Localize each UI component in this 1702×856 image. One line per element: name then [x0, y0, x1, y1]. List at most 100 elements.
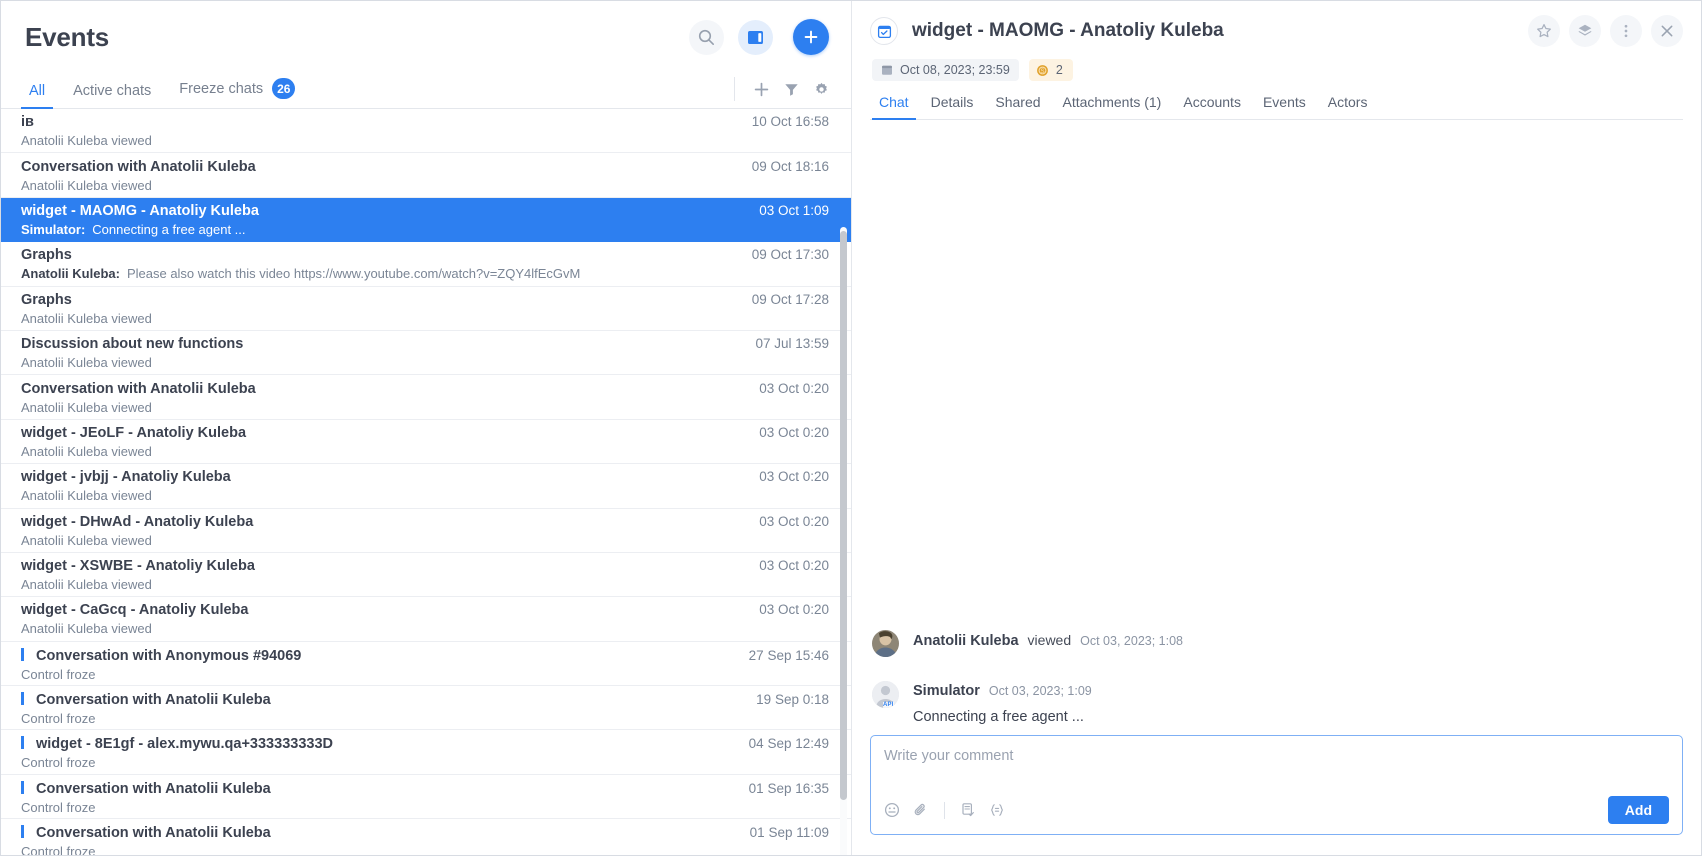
- event-row[interactable]: Graphs 09 Oct 17:28 Anatolii Kuleba viewed: [1, 287, 851, 331]
- event-time: 03 Oct 0:20: [759, 469, 829, 485]
- composer-divider: [944, 801, 945, 819]
- events-list[interactable]: ів 10 Oct 16:58 Anatolii Kuleba viewed Conv…: [1, 109, 851, 855]
- list-toolbar: [730, 77, 829, 108]
- event-subtitle: Control froze: [21, 755, 96, 770]
- more-menu-button[interactable]: [1610, 15, 1642, 47]
- task-calendar-icon: [870, 17, 898, 45]
- event-row-main: widget - CaGcq - Anatoliy Kuleba 03 Oct 0…: [21, 602, 829, 618]
- event-row-main: Conversation with Anatolii Kuleba 03 Oct …: [21, 381, 829, 397]
- event-time: 09 Oct 17:28: [751, 291, 829, 307]
- message-time: Oct 03, 2023; 1:08: [1080, 634, 1183, 648]
- event-row[interactable]: widget - MAOMG - Anatoliy Kuleba 03 Oct 1…: [1, 197, 851, 243]
- add-comment-button[interactable]: Add: [1607, 796, 1669, 824]
- search-button[interactable]: [689, 19, 724, 55]
- event-subtitle: Anatolii Kuleba viewed: [21, 577, 152, 593]
- comment-input[interactable]: Write your comment: [884, 748, 1669, 795]
- event-row[interactable]: widget - XSWBE - Anatoliy Kuleba 03 Oct 0…: [1, 553, 851, 598]
- event-title: Discussion about new functions: [21, 336, 244, 353]
- comment-composer[interactable]: Write your comment Add: [870, 735, 1683, 835]
- gear-icon[interactable]: [814, 82, 829, 97]
- detail-chips: Oct 08, 2023; 23:59 S 2: [872, 59, 1683, 81]
- detail-tab-chat[interactable]: Chat: [872, 94, 916, 120]
- tab-all-label: All: [29, 83, 46, 99]
- emoji-icon[interactable]: [884, 802, 900, 818]
- event-row[interactable]: Conversation with Anatolii Kuleba 03 Oct …: [1, 375, 851, 420]
- event-row[interactable]: Conversation with Anatolii Kuleba 01 Sep …: [1, 819, 851, 855]
- event-row[interactable]: widget - jvbjj - Anatoliy Kuleba 03 Oct 0…: [1, 464, 851, 509]
- message-header: Anatolii Kuleba viewed Oct 03, 2023; 1:08: [913, 632, 1681, 649]
- event-row[interactable]: Conversation with Anatolii Kuleba 09 Oct …: [1, 153, 851, 198]
- event-time: 19 Sep 0:18: [756, 692, 829, 708]
- event-time: 09 Oct 17:30: [751, 247, 829, 263]
- event-time: 03 Oct 0:20: [759, 602, 829, 618]
- event-subtitle: Anatolii Kuleba: Please also watch this v…: [21, 266, 829, 281]
- event-row[interactable]: Conversation with Anatolii Kuleba 19 Sep …: [1, 686, 851, 731]
- tab-active-chats[interactable]: Active chats: [65, 83, 159, 108]
- event-row[interactable]: widget - JEoLF - Anatoliy Kuleba 03 Oct 0…: [1, 420, 851, 465]
- event-row[interactable]: Graphs 09 Oct 17:30 Anatolii Kuleba: Please…: [1, 242, 851, 287]
- detail-tab-shared[interactable]: Shared: [988, 94, 1047, 119]
- event-subtitle: Control froze: [21, 844, 96, 855]
- template-icon[interactable]: [960, 802, 976, 818]
- event-row-main: ів 10 Oct 16:58: [21, 114, 829, 130]
- event-time: 03 Oct 1:09: [759, 202, 829, 218]
- filter-icon[interactable]: [784, 82, 799, 97]
- panel-layout-button[interactable]: [738, 19, 773, 55]
- event-row[interactable]: widget - 8E1gf - alex.mywu.qa+333333333D…: [1, 730, 851, 775]
- event-title: widget - XSWBE - Anatoliy Kuleba: [21, 558, 255, 575]
- add-event-button[interactable]: [793, 19, 829, 55]
- close-button[interactable]: [1651, 15, 1683, 47]
- event-time: 03 Oct 0:20: [759, 424, 829, 440]
- event-title: ів: [21, 114, 34, 131]
- event-time: 07 Jul 13:59: [755, 336, 829, 352]
- message-header: Simulator Oct 03, 2023; 1:09: [913, 683, 1681, 699]
- event-subtitle: Anatolii Kuleba viewed: [21, 621, 152, 637]
- event-row[interactable]: Conversation with Anatolii Kuleba 01 Sep …: [1, 775, 851, 820]
- coin-chip-label: 2: [1055, 63, 1063, 77]
- search-icon: [698, 29, 715, 46]
- detail-tab-events[interactable]: Events: [1256, 94, 1313, 119]
- snippet-icon[interactable]: [989, 802, 1005, 818]
- event-row[interactable]: Discussion about new functions 07 Jul 13:…: [1, 331, 851, 376]
- header-actions: [689, 19, 829, 55]
- kebab-menu-icon: [1618, 23, 1634, 39]
- event-row[interactable]: Conversation with Anonymous #94069 27 Sep…: [1, 642, 851, 687]
- detail-tab-actors[interactable]: Actors: [1321, 94, 1375, 119]
- event-row-main: widget - DHwAd - Anatoliy Kuleba 03 Oct 0…: [21, 514, 829, 530]
- event-title: widget - 8E1gf - alex.mywu.qa+333333333D: [36, 736, 333, 753]
- frozen-indicator: [21, 692, 24, 706]
- calendar-icon: [881, 64, 893, 76]
- event-row-main: widget - MAOMG - Anatoliy Kuleba 03 Oct 1…: [21, 203, 829, 219]
- composer-toolbar: Add: [884, 795, 1669, 825]
- plus-icon: [803, 29, 819, 45]
- event-time: 09 Oct 18:16: [751, 158, 829, 174]
- event-time: 03 Oct 0:20: [759, 380, 829, 396]
- event-title: widget - CaGcq - Anatoliy Kuleba: [21, 602, 249, 619]
- star-button[interactable]: [1528, 15, 1560, 47]
- date-chip-label: Oct 08, 2023; 23:59: [900, 63, 1010, 77]
- tab-freeze-chats[interactable]: Freeze chats 26: [171, 78, 303, 108]
- attachment-icon[interactable]: [913, 802, 929, 818]
- event-subtitle: Anatolii Kuleba viewed: [21, 355, 152, 371]
- event-row-main: Graphs 09 Oct 17:28: [21, 292, 829, 308]
- event-row[interactable]: widget - DHwAd - Anatoliy Kuleba 03 Oct 0…: [1, 509, 851, 553]
- detail-tab-attachments-1[interactable]: Attachments (1): [1056, 94, 1169, 119]
- plus-icon[interactable]: [754, 82, 769, 97]
- event-subtitle: Anatolii Kuleba viewed: [21, 133, 152, 149]
- layers-button[interactable]: [1569, 15, 1601, 47]
- event-row[interactable]: widget - CaGcq - Anatoliy Kuleba 03 Oct 0…: [1, 597, 851, 642]
- message-author: Anatolii Kuleba: [913, 633, 1019, 649]
- tab-all[interactable]: All: [21, 83, 54, 109]
- detail-tab-accounts[interactable]: Accounts: [1176, 94, 1248, 119]
- event-title: Conversation with Anatolii Kuleba: [21, 158, 256, 175]
- detail-tab-details[interactable]: Details: [924, 94, 981, 119]
- message-time: Oct 03, 2023; 1:09: [988, 684, 1092, 698]
- coin-chip[interactable]: S 2: [1028, 59, 1073, 81]
- message-body: Simulator Oct 03, 2023; 1:09 Connecting a …: [913, 681, 1681, 725]
- event-row[interactable]: ів 10 Oct 16:58 Anatolii Kuleba viewed: [1, 109, 851, 154]
- event-subtitle: Anatolii Kuleba viewed: [21, 443, 152, 459]
- event-row-main: Conversation with Anonymous #94069 27 Sep…: [21, 647, 829, 664]
- list-scrollbar-thumb[interactable]: [840, 231, 847, 800]
- date-chip[interactable]: Oct 08, 2023; 23:59: [872, 59, 1019, 81]
- tab-active-chats-label: Active chats: [73, 83, 152, 99]
